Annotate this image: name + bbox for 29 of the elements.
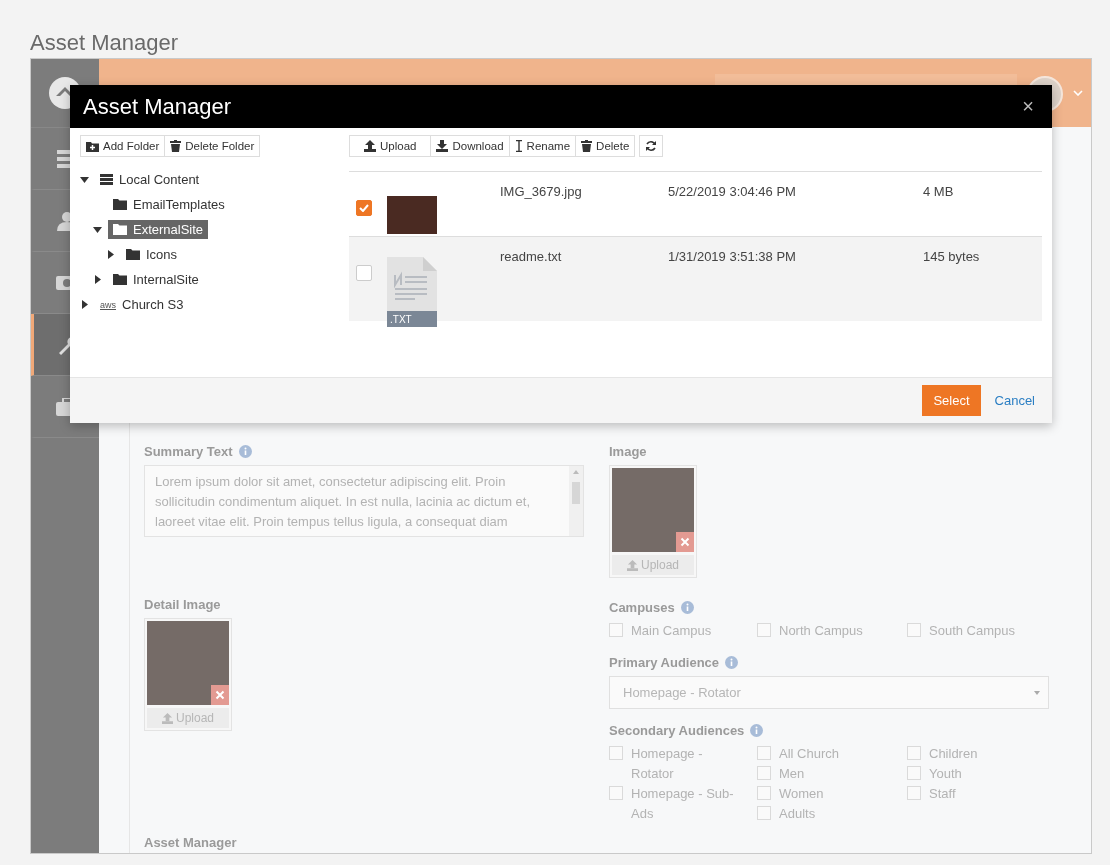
checkbox-label: Staff (929, 785, 957, 803)
checkbox-label: Children (929, 745, 979, 763)
aws-logo: aws (100, 299, 116, 310)
checkbox-label: Homepage - Sub-Ads (631, 785, 735, 823)
file-date: 5/22/2019 3:04:46 PM (668, 184, 797, 201)
file-size: 145 bytes (923, 249, 981, 266)
field-label: Primary Audience (609, 655, 720, 670)
field-label: Image (609, 444, 647, 459)
text-file-icon: .TXT (387, 257, 437, 327)
checkbox-label: Men (779, 765, 806, 783)
field-label: Asset Manager (144, 835, 238, 850)
checkbox-label: All Church (779, 745, 840, 763)
checkbox-label: Main Campus (631, 622, 713, 640)
page-title: Asset Manager (30, 30, 179, 56)
checkbox-label: North Campus (779, 622, 864, 640)
checkbox-label: Youth (929, 765, 963, 783)
file-name: IMG_3679.jpg (500, 184, 583, 201)
checkbox-label: Adults (779, 805, 817, 823)
field-label: Campuses (609, 600, 675, 615)
checkbox-label: Homepage - Rotator (631, 745, 704, 783)
field-label: Secondary Audiences (609, 723, 745, 738)
checkbox-label: Women (779, 785, 825, 803)
dialog-title: Asset Manager (83, 93, 231, 120)
checkbox-label: South Campus (929, 622, 1016, 640)
field-label: Detail Image (144, 597, 221, 612)
file-date: 1/31/2019 3:51:38 PM (668, 249, 797, 266)
file-size: 4 MB (923, 184, 955, 201)
file-name: readme.txt (500, 249, 563, 266)
field-label: Summary Text (144, 444, 233, 459)
